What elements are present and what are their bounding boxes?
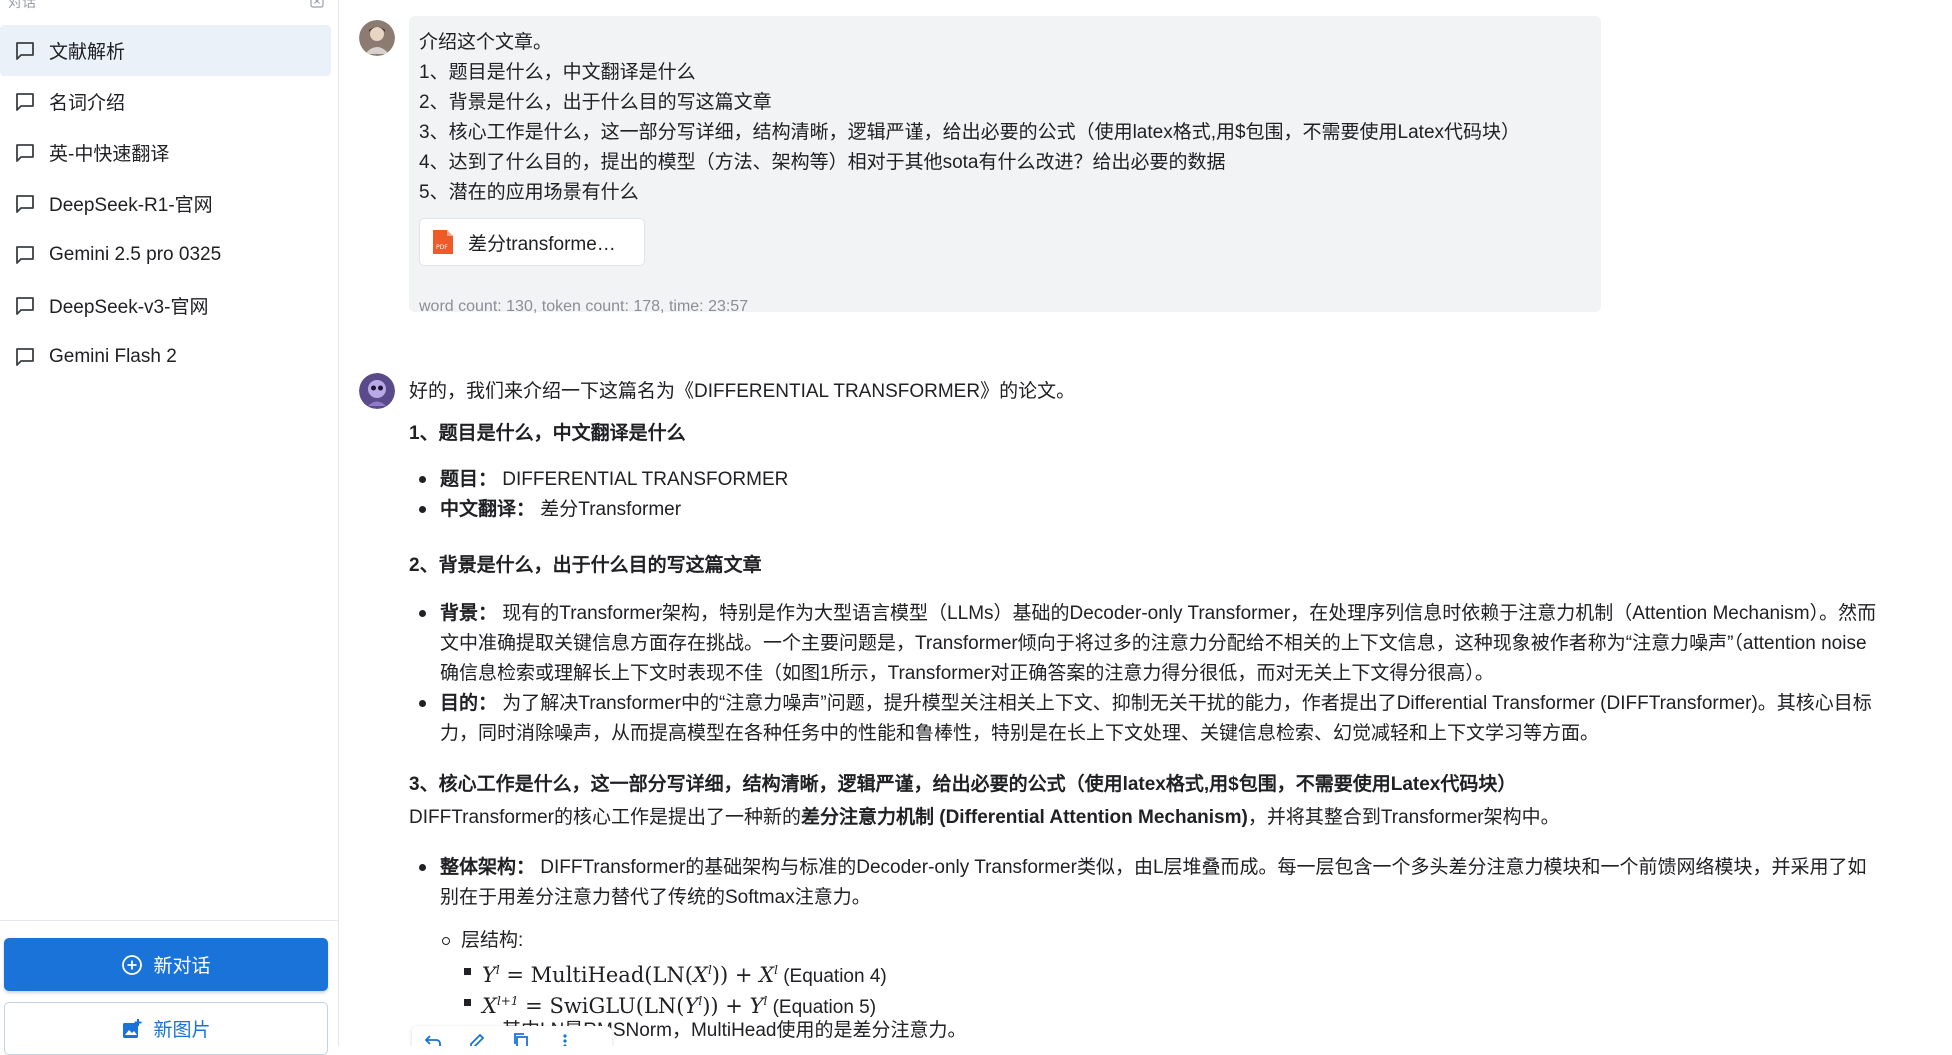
sidebar-header: 对话 xyxy=(8,0,324,10)
sidebar-item-label: DeepSeek-v3-官网 xyxy=(49,297,209,318)
attachment-filename: 差分transforme… xyxy=(468,233,616,255)
sidebar-item-label: 名词介绍 xyxy=(49,93,126,114)
list-item: 目的： 为了解决Transformer中的“注意力噪声”问题，提升模型关注相关上… xyxy=(440,689,1872,719)
list-item-value: 差分Transformer xyxy=(540,499,682,520)
sidebar-item-term-intro[interactable]: 名词介绍 xyxy=(0,76,331,127)
list-item-label: 背景： xyxy=(440,603,498,624)
paragraph-bold: 差分注意力机制 (Differential Attention Mechanis… xyxy=(800,807,1248,828)
list-bullet xyxy=(419,506,426,513)
pdf-attachment[interactable]: PDF 差分transforme… xyxy=(419,218,645,266)
list-item-label: 整体架构： xyxy=(440,857,536,878)
sidebar-item-label: 文献解析 xyxy=(49,42,126,63)
list-item: 整体架构： DIFFTransformer的基础架构与标准的Decoder-on… xyxy=(440,853,1867,883)
list-item-value: DIFFERENTIAL TRANSFORMER xyxy=(502,469,789,490)
section-heading: 2、背景是什么，出于什么目的写这篇文章 xyxy=(409,555,762,576)
undo-icon[interactable] xyxy=(424,1032,442,1046)
sidebar-item-deepseek-r1[interactable]: DeepSeek-R1-官网 xyxy=(0,178,331,229)
conversation-list: 文献解析 名词介绍 英-中快速翻译 DeepSeek-R1-官网 Gemini … xyxy=(0,25,331,382)
conversation-pane: 介绍这个文章。 1、题目是什么，中文翻译是什么 2、背景是什么，出于什么目的写这… xyxy=(340,0,1952,1046)
list-bullet xyxy=(419,476,426,483)
sidebar: 对话 文献解析 名词介绍 英-中快速翻译 DeepSeek-R1-官网 Gemi… xyxy=(0,0,339,1055)
sidebar-item-gemini-25-pro[interactable]: Gemini 2.5 pro 0325 xyxy=(0,229,331,280)
paragraph-text: ，并将其整合到Transformer架构中。 xyxy=(1247,807,1560,828)
chat-bubble-icon xyxy=(16,194,34,213)
list-item: 背景： 现有的Transformer架构，特别是作为大型语言模型（LLMs）基础… xyxy=(440,599,1876,629)
svg-text:PDF: PDF xyxy=(436,244,448,251)
user-message: 介绍这个文章。 1、题目是什么，中文翻译是什么 2、背景是什么，出于什么目的写这… xyxy=(409,16,1601,315)
more-icon[interactable] xyxy=(556,1032,574,1046)
user-message-line: 5、潜在的应用场景有什么 xyxy=(419,182,639,203)
list-item-continuation: 力，同时消除噪声，从而提高模型在各种任务中的性能和鲁棒性，特别是在长上下文处理、… xyxy=(440,723,1600,744)
equation-label: (Equation 4) xyxy=(783,966,887,987)
message-action-toolbar xyxy=(412,1026,612,1046)
sidebar-item-label: Gemini Flash 2 xyxy=(49,345,177,367)
sidebar-title: 对话 xyxy=(8,0,36,10)
chat-bubble-icon xyxy=(16,347,34,366)
list-item-continuation: 别在于用差分注意力替代了传统的Softmax注意力。 xyxy=(440,887,871,908)
user-avatar-image xyxy=(359,20,395,56)
user-message-line: 介绍这个文章。 xyxy=(419,32,553,53)
list-bullet xyxy=(419,610,426,617)
chat-bubble-icon xyxy=(16,143,34,162)
paragraph-text: DIFFTransformer的核心工作是提出了一种新的 xyxy=(409,807,801,828)
sidebar-item-literature-analysis[interactable]: 文献解析 xyxy=(0,25,331,76)
chat-bubble-icon xyxy=(16,296,34,315)
list-bullet-square xyxy=(464,999,471,1006)
equation-label: (Equation 5) xyxy=(772,997,877,1018)
sidebar-footer: 新对话 新图片 xyxy=(0,920,339,1055)
assistant-avatar xyxy=(359,373,395,409)
edit-icon[interactable] xyxy=(468,1032,486,1046)
equation-5: Xl+1 = SwiGLU(LN(Yl)) + Yl xyxy=(482,994,768,1018)
list-item-continuation: 文中准确提取关键信息方面存在挑战。一个主要问题是，Transformer倾向于将… xyxy=(440,633,1867,654)
chat-bubble-icon xyxy=(16,41,34,60)
list-bullet xyxy=(419,864,426,871)
equation-4: Yl = MultiHead(LN(Xl)) + Xl xyxy=(482,963,778,987)
sidebar-item-en-zh-translate[interactable]: 英-中快速翻译 xyxy=(0,127,331,178)
new-chat-button[interactable]: 新对话 xyxy=(4,938,328,991)
sidebar-item-label: DeepSeek-R1-官网 xyxy=(49,195,213,216)
plus-circle-icon xyxy=(122,954,143,975)
list-item-label: 目的： xyxy=(440,693,498,714)
sidebar-item-gemini-flash-2[interactable]: Gemini Flash 2 xyxy=(0,331,331,382)
list-item-value: DIFFTransformer的基础架构与标准的Decoder-only Tra… xyxy=(540,857,1867,878)
sub-list-item: 层结构: xyxy=(461,930,524,951)
list-item-label: 中文翻译： xyxy=(440,499,536,520)
pdf-file-icon: PDF xyxy=(433,230,453,254)
sidebar-item-label: Gemini 2.5 pro 0325 xyxy=(49,243,222,265)
new-image-label: 新图片 xyxy=(153,1020,211,1041)
user-message-line: 3、核心工作是什么，这一部分写详细，结构清晰，逻辑严谨，给出必要的公式（使用la… xyxy=(419,122,1521,143)
sidebar-item-deepseek-v3[interactable]: DeepSeek-v3-官网 xyxy=(0,280,331,331)
user-message-line: 1、题目是什么，中文翻译是什么 xyxy=(419,62,696,83)
assistant-avatar-image xyxy=(359,373,395,409)
section-heading: 1、题目是什么，中文翻译是什么 xyxy=(409,423,686,444)
sidebar-item-label: 英-中快速翻译 xyxy=(49,144,170,165)
new-chat-label: 新对话 xyxy=(153,956,211,977)
close-icon[interactable] xyxy=(310,0,324,8)
user-message-line: 2、背景是什么，出于什么目的写这篇文章 xyxy=(419,92,772,113)
list-item-value: 为了解决Transformer中的“注意力噪声”问题，提升模型关注相关上下文、抑… xyxy=(502,693,1872,714)
copy-icon[interactable] xyxy=(512,1032,530,1046)
paragraph: DIFFTransformer的核心工作是提出了一种新的差分注意力机制 (Dif… xyxy=(409,803,1560,833)
answer-intro: 好的，我们来介绍一下这篇名为《DIFFERENTIAL TRANSFORMER》… xyxy=(409,381,1076,402)
list-bullet-square xyxy=(464,968,471,975)
user-message-line: 4、达到了什么目的，提出的模型（方法、架构等）相对于其他sota有什么改进？给出… xyxy=(419,152,1226,173)
chat-bubble-icon xyxy=(16,92,34,111)
list-item-continuation: 确信息检索或理解长上下文时表现不佳（如图1所示，Transformer对正确答案… xyxy=(440,663,1494,684)
list-item-label: 题目： xyxy=(440,469,498,490)
list-item-value: 现有的Transformer架构，特别是作为大型语言模型（LLMs）基础的Dec… xyxy=(502,603,1877,624)
add-image-icon xyxy=(123,1018,142,1038)
list-item: 中文翻译： 差分Transformer xyxy=(440,495,681,525)
section-heading: 3、核心工作是什么，这一部分写详细，结构清晰，逻辑严谨，给出必要的公式（使用la… xyxy=(409,774,1517,795)
message-meta: word count: 130, token count: 178, time:… xyxy=(419,298,749,315)
list-bullet xyxy=(419,700,426,707)
list-bullet-hollow xyxy=(442,937,450,945)
chat-bubble-icon xyxy=(16,245,34,264)
new-image-button[interactable]: 新图片 xyxy=(4,1002,328,1055)
user-avatar xyxy=(359,20,395,56)
list-item: 题目： DIFFERENTIAL TRANSFORMER xyxy=(440,465,788,495)
